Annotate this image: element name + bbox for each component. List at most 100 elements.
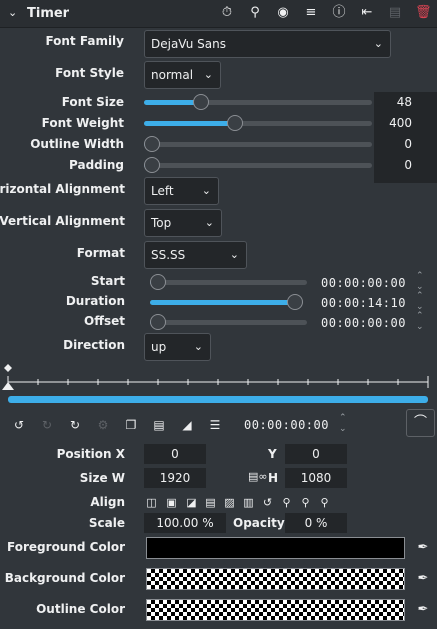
list-icon[interactable]: ⇤ — [359, 5, 375, 21]
position-y-field[interactable]: 0 — [285, 444, 347, 464]
timer-icon[interactable]: ⏱ — [219, 5, 235, 21]
keyframe-timeline[interactable] — [0, 362, 437, 408]
eyedropper-icon[interactable]: ✒ — [415, 540, 431, 556]
slider-handle[interactable] — [227, 115, 243, 131]
padding-value[interactable]: 0 — [404, 158, 412, 172]
font-size-label: Font Size — [61, 95, 124, 109]
curve-edit-button[interactable]: ⌒ — [406, 409, 435, 437]
background-color-label: Background Color — [4, 571, 125, 585]
next-keyframe-icon[interactable]: ↻ — [67, 417, 83, 433]
size-w-field[interactable]: 1920 — [144, 468, 206, 488]
font-style-select[interactable]: normal ⌄ — [144, 61, 221, 89]
sliders-icon[interactable]: ≡ — [303, 5, 319, 21]
vertical-alignment-select[interactable]: Top ⌄ — [144, 209, 222, 237]
timeline-range-bar — [8, 396, 428, 403]
padding-slider[interactable] — [144, 157, 372, 173]
spin-up-icon[interactable]: ⌃ — [416, 272, 424, 281]
spin-down-icon[interactable]: ⌄ — [339, 425, 347, 434]
chevron-down-icon: ⌄ — [373, 37, 383, 50]
scale-label: Scale — [88, 516, 125, 530]
add-keyframe-icon: ↻ — [41, 418, 53, 432]
menu-icon[interactable]: ☰ — [207, 417, 223, 433]
vertical-alignment-label: Vertical Alignment — [0, 214, 125, 228]
outline-width-label: Outline Width — [30, 137, 124, 151]
font-style-label: Font Style — [55, 66, 124, 80]
font-weight-value[interactable]: 400 — [389, 116, 412, 130]
outline-color-label: Outline Color — [36, 602, 125, 616]
font-style-value: normal — [151, 68, 194, 82]
font-family-select[interactable]: DejaVu Sans ⌄ — [144, 30, 391, 58]
align-top-icon[interactable]: ▤ — [204, 496, 217, 509]
font-weight-slider[interactable] — [144, 115, 372, 131]
align-bottom-icon[interactable]: ▥ — [242, 496, 255, 509]
slider-handle[interactable] — [144, 136, 160, 152]
slider-handle[interactable] — [193, 94, 209, 110]
slider-handle[interactable] — [144, 157, 160, 173]
font-size-value[interactable]: 48 — [397, 95, 412, 109]
outline-width-slider[interactable] — [144, 136, 372, 152]
timeline-timecode[interactable]: 00:00:00:00 — [244, 418, 329, 432]
foreground-color-swatch[interactable] — [146, 537, 405, 559]
eye-icon[interactable]: ◉ — [275, 5, 291, 21]
direction-label: Direction — [63, 338, 125, 352]
previous-keyframe-icon[interactable]: ↺ — [11, 417, 27, 433]
offset-timecode[interactable]: 00:00:00:00 — [321, 316, 406, 330]
background-color-swatch[interactable] — [146, 568, 405, 590]
zoom-out-icon[interactable]: ⚲ — [318, 496, 331, 509]
font-family-label: Font Family — [45, 34, 124, 48]
font-family-value: DejaVu Sans — [151, 37, 226, 51]
interpolation-icon[interactable]: ◢ — [179, 417, 195, 433]
chevron-down-icon: ⌄ — [193, 340, 203, 353]
trash-icon[interactable]: 🗑 — [415, 5, 432, 21]
foreground-color-label: Foreground Color — [7, 540, 125, 554]
spin-down-icon[interactable]: ⌄ — [416, 323, 424, 332]
padding-label: Padding — [69, 158, 124, 172]
outline-width-value[interactable]: 0 — [404, 137, 412, 151]
eyedropper-icon[interactable]: ✒ — [415, 602, 431, 618]
slider-handle[interactable] — [150, 314, 166, 330]
keyframe-marker — [4, 364, 12, 372]
spin-up-icon[interactable]: ⌃ — [416, 292, 424, 301]
offset-slider[interactable] — [150, 314, 307, 330]
rotate-icon[interactable]: ↺ — [261, 496, 274, 509]
align-label: Align — [90, 495, 125, 509]
horizontal-alignment-value: Left — [151, 184, 174, 198]
paste-icon[interactable]: ▤ — [151, 417, 167, 433]
link-icon[interactable]: ▤∞ — [248, 470, 268, 483]
slider-handle[interactable] — [150, 274, 166, 290]
format-select[interactable]: SS.SS ⌄ — [144, 241, 247, 269]
position-y-label: Y — [268, 447, 277, 461]
zoom-fit-icon[interactable]: ⚲ — [280, 496, 293, 509]
info-icon[interactable]: ⓘ — [331, 5, 347, 21]
align-hcenter-icon[interactable]: ▣ — [165, 496, 178, 509]
align-left-icon[interactable]: ◫ — [145, 496, 158, 509]
direction-value: up — [151, 340, 167, 354]
direction-select[interactable]: up ⌄ — [144, 333, 211, 361]
horizontal-alignment-select[interactable]: Left ⌄ — [144, 177, 219, 205]
duration-slider[interactable] — [150, 294, 303, 310]
start-timecode[interactable]: 00:00:00:00 — [321, 276, 406, 290]
align-vcenter-icon[interactable]: ▨ — [223, 496, 236, 509]
font-size-slider[interactable] — [144, 94, 372, 110]
slider-handle[interactable] — [287, 294, 303, 310]
scale-field[interactable]: 100.00 % — [144, 513, 226, 533]
size-w-label: Size W — [79, 471, 125, 485]
disabled-icon: ▤ — [388, 5, 402, 20]
outline-color-swatch[interactable] — [146, 599, 405, 621]
eyedropper-icon[interactable]: ✒ — [415, 571, 431, 587]
duration-label: Duration — [65, 294, 125, 308]
align-right-icon[interactable]: ◪ — [185, 496, 198, 509]
opacity-field[interactable]: 0 % — [285, 513, 347, 533]
format-value: SS.SS — [151, 248, 186, 262]
size-h-field[interactable]: 1080 — [285, 468, 347, 488]
chevron-down-icon[interactable]: ⌄ — [8, 6, 17, 19]
zoom-in-icon[interactable]: ⚲ — [299, 496, 312, 509]
start-slider[interactable] — [150, 274, 307, 290]
copy-icon[interactable]: ❐ — [123, 417, 139, 433]
duration-timecode[interactable]: 00:00:14:10 — [321, 296, 406, 310]
position-x-field[interactable]: 0 — [144, 444, 206, 464]
chevron-down-icon: ⌄ — [201, 184, 211, 197]
zoom-icon[interactable]: ⚲ — [247, 5, 263, 21]
spin-up-icon[interactable]: ⌃ — [339, 414, 347, 423]
spin-up-icon[interactable]: ⌃ — [416, 312, 424, 321]
